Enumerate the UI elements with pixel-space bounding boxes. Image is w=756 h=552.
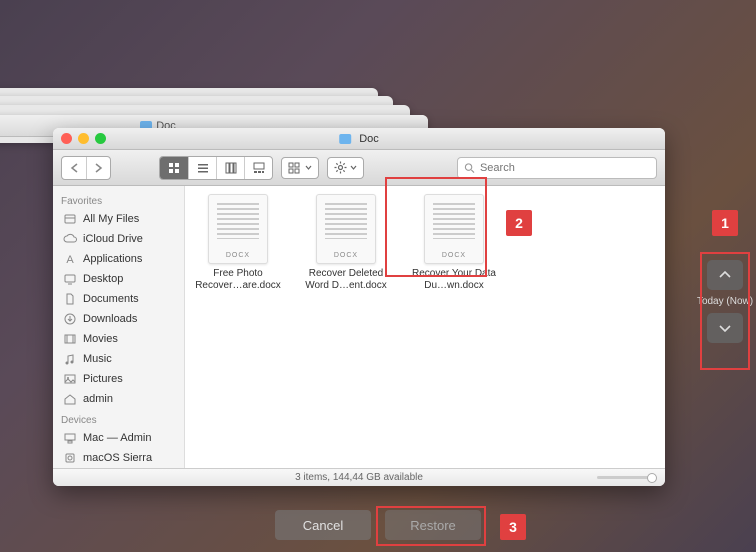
annotation-2: 2 — [506, 210, 532, 236]
sidebar: Favorites All My Files iCloud Drive A Appli… — [53, 186, 185, 468]
status-bar: 3 items, 144,44 GB available — [53, 468, 665, 486]
sidebar-heading-favorites: Favorites — [53, 190, 184, 209]
annotation-3: 3 — [500, 514, 526, 540]
sidebar-item-label: Mac — Admin — [83, 432, 151, 444]
sidebar-item-label: Pictures — [83, 373, 123, 385]
file-item-1[interactable]: DOCX Recover Deleted Word D…ent.docx — [301, 194, 391, 292]
sidebar-item-label: Documents — [83, 293, 139, 305]
svg-text:A: A — [66, 254, 74, 266]
file-extension: DOCX — [425, 252, 483, 259]
sidebar-item-fav-7[interactable]: Music — [53, 349, 184, 369]
window-title: Doc — [359, 133, 379, 145]
sidebar-item-fav-3[interactable]: Desktop — [53, 269, 184, 289]
sidebar-item-label: Movies — [83, 333, 118, 345]
document-icon: DOCX — [316, 194, 376, 264]
timeline-down-button[interactable] — [707, 313, 743, 343]
file-name: Recover Your Data Du…wn.docx — [409, 268, 499, 292]
sidebar-item-label: Applications — [83, 253, 142, 265]
action-button[interactable] — [327, 157, 364, 179]
sidebar-item-label: Music — [83, 353, 112, 365]
restore-button[interactable]: Restore — [385, 510, 481, 540]
apps-icon: A — [63, 252, 77, 266]
toolbar — [53, 150, 665, 186]
status-text: 3 items, 144,44 GB available — [295, 472, 423, 483]
minimize-button[interactable] — [78, 133, 89, 144]
nav-back-forward — [61, 156, 111, 180]
view-columns-button[interactable] — [216, 157, 244, 179]
sidebar-item-fav-4[interactable]: Documents — [53, 289, 184, 309]
timeline-label: Today (Now) — [697, 296, 753, 307]
sidebar-item-fav-0[interactable]: All My Files — [53, 209, 184, 229]
downloads-icon — [63, 312, 77, 326]
titlebar: Doc — [53, 128, 665, 150]
folder-icon — [339, 134, 351, 144]
finder-window: Doc — [53, 128, 665, 486]
disk-icon — [63, 451, 77, 465]
gear-icon — [334, 161, 347, 174]
sidebar-item-label: Downloads — [83, 313, 137, 325]
chevron-down-icon — [305, 165, 312, 170]
movies-icon — [63, 332, 77, 346]
search-input[interactable] — [480, 162, 650, 174]
file-grid: DOCX Free Photo Recover…are.docx DOCX Recov… — [185, 186, 665, 468]
sidebar-item-label: admin — [83, 393, 113, 405]
file-name: Free Photo Recover…are.docx — [193, 268, 283, 292]
search-icon — [464, 162, 475, 174]
sidebar-item-fav-6[interactable]: Movies — [53, 329, 184, 349]
file-item-0[interactable]: DOCX Free Photo Recover…are.docx — [193, 194, 283, 292]
maximize-button[interactable] — [95, 133, 106, 144]
arrange-button[interactable] — [281, 157, 319, 179]
sidebar-item-fav-9[interactable]: admin — [53, 389, 184, 409]
pictures-icon — [63, 372, 77, 386]
cancel-button[interactable]: Cancel — [275, 510, 371, 540]
view-icons-button[interactable] — [160, 157, 188, 179]
sidebar-item-label: macOS Sierra — [83, 452, 152, 464]
chevron-down-icon — [719, 324, 731, 332]
sidebar-item-dev-0[interactable]: Mac — Admin — [53, 428, 184, 448]
zoom-slider[interactable] — [597, 472, 657, 482]
file-extension: DOCX — [317, 252, 375, 259]
sidebar-item-label: All My Files — [83, 213, 139, 225]
file-name: Recover Deleted Word D…ent.docx — [301, 268, 391, 292]
timeline-up-button[interactable] — [707, 260, 743, 290]
sidebar-item-dev-1[interactable]: macOS Sierra — [53, 448, 184, 468]
music-icon — [63, 352, 77, 366]
computer-icon — [63, 431, 77, 445]
sidebar-heading-devices: Devices — [53, 409, 184, 428]
annotation-1: 1 — [712, 210, 738, 236]
sidebar-item-fav-8[interactable]: Pictures — [53, 369, 184, 389]
desktop-icon — [63, 272, 77, 286]
sidebar-item-fav-1[interactable]: iCloud Drive — [53, 229, 184, 249]
all-files-icon — [63, 212, 77, 226]
sidebar-item-fav-2[interactable]: A Applications — [53, 249, 184, 269]
sidebar-item-label: iCloud Drive — [83, 233, 143, 245]
document-icon: DOCX — [208, 194, 268, 264]
sidebar-item-label: Desktop — [83, 273, 123, 285]
file-extension: DOCX — [209, 252, 267, 259]
view-list-button[interactable] — [188, 157, 216, 179]
forward-button[interactable] — [86, 157, 110, 179]
chevron-up-icon — [719, 271, 731, 279]
search-field[interactable] — [457, 157, 657, 179]
home-icon — [63, 392, 77, 406]
view-gallery-button[interactable] — [244, 157, 272, 179]
documents-icon — [63, 292, 77, 306]
cloud-icon — [63, 232, 77, 246]
file-item-2[interactable]: DOCX Recover Your Data Du…wn.docx — [409, 194, 499, 292]
close-button[interactable] — [61, 133, 72, 144]
view-mode-segment — [159, 156, 273, 180]
sidebar-item-fav-5[interactable]: Downloads — [53, 309, 184, 329]
chevron-down-icon — [350, 165, 357, 170]
back-button[interactable] — [62, 157, 86, 179]
document-icon: DOCX — [424, 194, 484, 264]
timeline-nav: Today (Now) — [704, 260, 746, 343]
